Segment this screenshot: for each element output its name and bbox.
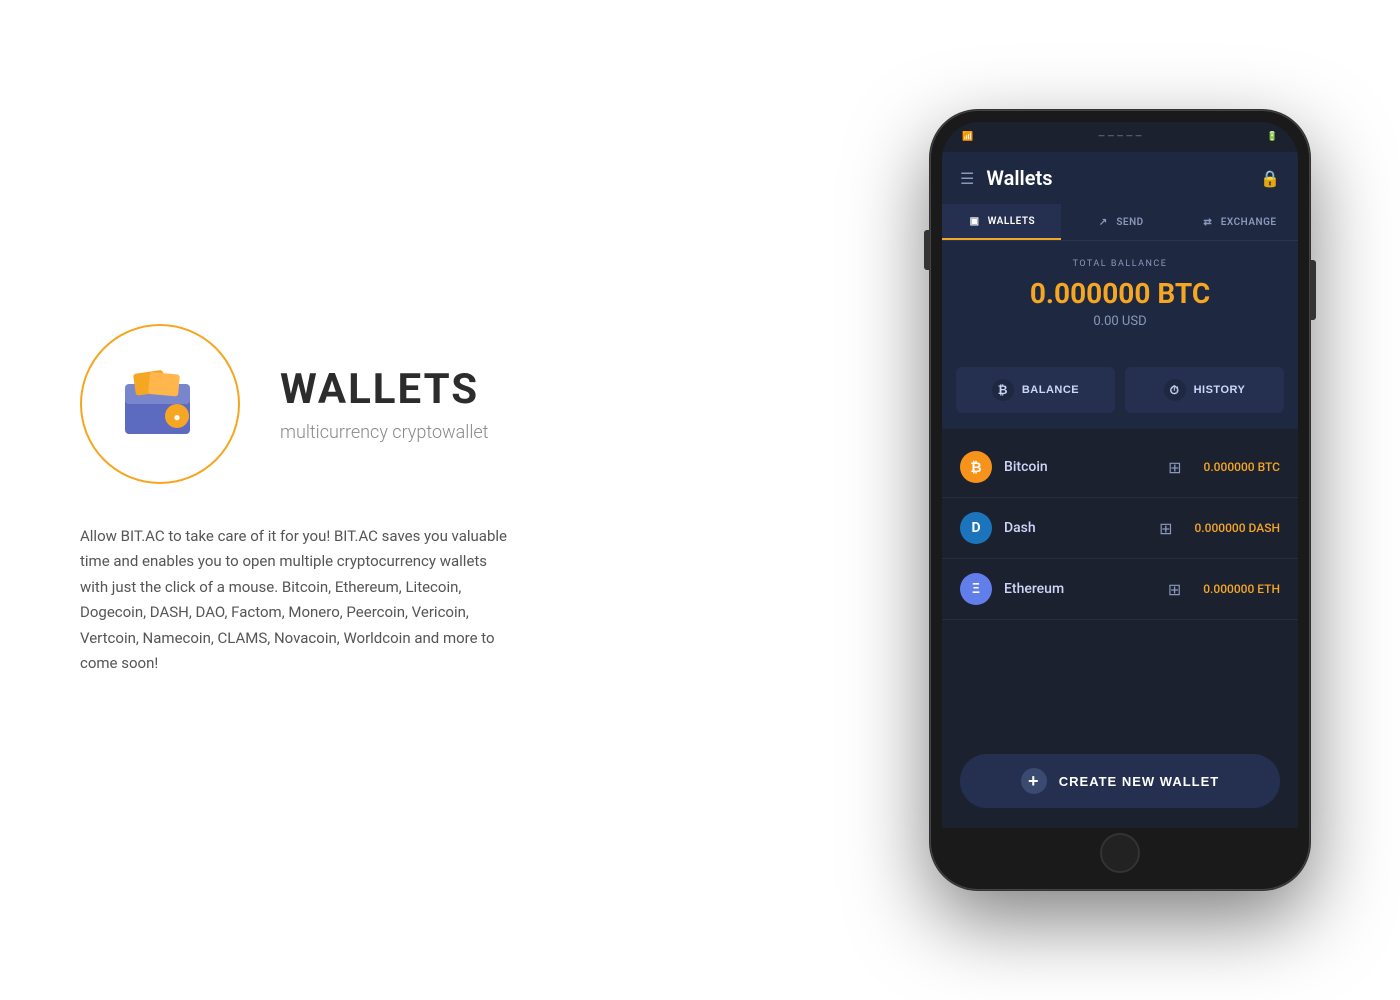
create-wallet-button[interactable]: + CREATE NEW WALLET (960, 754, 1280, 808)
dash-name: Dash (1004, 520, 1147, 536)
balance-amount: 0.000000 BTC (962, 277, 1278, 310)
svg-text:●: ● (173, 410, 180, 424)
tab-exchange-label: EXCHANGE (1221, 217, 1277, 228)
hero-title: WALLETS (280, 365, 488, 414)
status-signal: 📶 (962, 132, 973, 142)
lock-icon[interactable]: 🔒 (1260, 169, 1280, 188)
wallet-item-eth[interactable]: Ξ Ethereum ⊞ 0.000000 ETH (942, 559, 1298, 620)
create-wallet-section: + CREATE NEW WALLET (942, 734, 1298, 828)
app-content: ☰ Wallets 🔒 ▣ WALLETS ↗ SEND (942, 152, 1298, 828)
history-btn-icon: ⏱ (1164, 379, 1186, 401)
description-text: Allow BIT.AC to take care of it for you!… (80, 524, 510, 677)
status-bar: 📶 — — — — — 🔋 (942, 122, 1298, 152)
dash-balance: 0.000000 DASH (1194, 521, 1280, 535)
balance-btn-icon: ₿ (992, 379, 1014, 401)
dash-qr-icon[interactable]: ⊞ (1159, 519, 1172, 538)
history-btn-label: HISTORY (1194, 384, 1246, 396)
status-carrier: — — — — — (973, 132, 1267, 142)
home-button[interactable] (1100, 833, 1140, 873)
left-panel: ● WALLETS multicurrency cryptowallet All… (0, 264, 840, 737)
balance-section: TOTAL BALLANCE 0.000000 BTC 0.00 USD (942, 241, 1298, 351)
hero-section: ● WALLETS multicurrency cryptowallet (80, 324, 760, 484)
wallets-tab-icon: ▣ (968, 214, 982, 228)
right-panel: 📶 — — — — — 🔋 ☰ Wallets 🔒 ▣ (840, 70, 1400, 930)
phone-device: 📶 — — — — — 🔋 ☰ Wallets 🔒 ▣ (930, 110, 1310, 890)
eth-qr-icon[interactable]: ⊞ (1168, 580, 1181, 599)
wallet-list: ₿ Bitcoin ⊞ 0.000000 BTC D Dash ⊞ 0.0000… (942, 429, 1298, 734)
eth-name: Ethereum (1004, 581, 1156, 597)
balance-usd: 0.00 USD (962, 314, 1278, 329)
plus-icon: + (1021, 768, 1047, 794)
tab-exchange[interactable]: ⇄ EXCHANGE (1179, 204, 1298, 240)
wallet-item-dash[interactable]: D Dash ⊞ 0.000000 DASH (942, 498, 1298, 559)
wallet-item-btc[interactable]: ₿ Bitcoin ⊞ 0.000000 BTC (942, 437, 1298, 498)
bitcoin-coin-icon: ₿ (960, 451, 992, 483)
tab-send[interactable]: ↗ SEND (1061, 204, 1180, 240)
tab-send-label: SEND (1116, 217, 1143, 228)
phone-home-bar (942, 828, 1298, 878)
exchange-tab-icon: ⇄ (1201, 215, 1215, 229)
balance-label: TOTAL BALLANCE (962, 259, 1278, 269)
bitcoin-balance: 0.000000 BTC (1204, 460, 1280, 474)
wallet-icon-circle: ● (80, 324, 240, 484)
eth-balance: 0.000000 ETH (1203, 582, 1280, 596)
tab-bar: ▣ WALLETS ↗ SEND ⇄ EXCHANGE (942, 204, 1298, 241)
tab-wallets-label: WALLETS (988, 216, 1035, 227)
action-buttons: ₿ BALANCE ⏱ HISTORY (942, 351, 1298, 429)
bitcoin-qr-icon[interactable]: ⊞ (1168, 458, 1181, 477)
create-wallet-label: CREATE NEW WALLET (1059, 774, 1219, 789)
status-battery: 🔋 (1267, 132, 1278, 142)
app-title: Wallets (986, 166, 1052, 190)
phone-screen: 📶 — — — — — 🔋 ☰ Wallets 🔒 ▣ (942, 122, 1298, 878)
app-header: ☰ Wallets 🔒 (942, 152, 1298, 204)
tab-wallets[interactable]: ▣ WALLETS (942, 204, 1061, 240)
eth-coin-icon: Ξ (960, 573, 992, 605)
send-tab-icon: ↗ (1096, 215, 1110, 229)
dash-coin-icon: D (960, 512, 992, 544)
balance-button[interactable]: ₿ BALANCE (956, 367, 1115, 413)
header-left: ☰ Wallets (960, 166, 1052, 190)
hero-text: WALLETS multicurrency cryptowallet (280, 365, 488, 443)
hero-subtitle: multicurrency cryptowallet (280, 422, 488, 443)
balance-btn-label: BALANCE (1022, 384, 1079, 396)
history-button[interactable]: ⏱ HISTORY (1125, 367, 1284, 413)
bitcoin-name: Bitcoin (1004, 459, 1156, 475)
hamburger-icon[interactable]: ☰ (960, 169, 974, 188)
wallet-illustration: ● (115, 364, 205, 444)
